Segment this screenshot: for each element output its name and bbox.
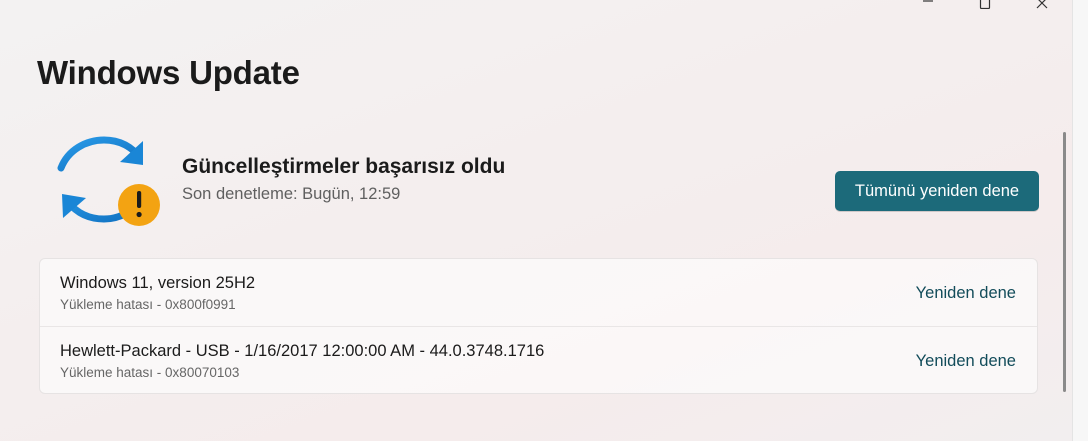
- vertical-scrollbar[interactable]: [1063, 132, 1066, 392]
- update-error: Yükleme hatası - 0x80070103: [60, 365, 240, 380]
- update-row: Windows 11, version 25H2 Yükleme hatası …: [40, 259, 1037, 326]
- retry-update-button[interactable]: Yeniden dene: [916, 352, 1016, 371]
- retry-update-button[interactable]: Yeniden dene: [916, 284, 1016, 303]
- update-name: Hewlett-Packard - USB - 1/16/2017 12:00:…: [60, 342, 545, 360]
- update-name: Windows 11, version 25H2: [60, 274, 256, 292]
- retry-all-button[interactable]: Tümünü yeniden dene: [835, 171, 1039, 211]
- last-checked-text: Son denetleme: Bugün, 12:59: [182, 185, 401, 203]
- minimize-button[interactable]: [905, 0, 951, 10]
- settings-window: Windows Update Güncelleştirmeler başarıs…: [0, 0, 1072, 441]
- window-edge: [1072, 0, 1088, 441]
- close-icon: [1036, 0, 1048, 9]
- sync-warning-icon: [57, 136, 160, 226]
- minimize-icon: [923, 0, 933, 2]
- maximize-icon: [979, 0, 991, 9]
- update-error: Yükleme hatası - 0x800f0991: [60, 297, 236, 312]
- page-title: Windows Update: [37, 54, 300, 91]
- update-row: Hewlett-Packard - USB - 1/16/2017 12:00:…: [40, 326, 1037, 393]
- status-heading: Güncelleştirmeler başarısız oldu: [182, 155, 506, 178]
- maximize-button[interactable]: [962, 0, 1008, 10]
- failed-updates-list: Windows 11, version 25H2 Yükleme hatası …: [39, 258, 1038, 394]
- close-button[interactable]: [1019, 0, 1065, 10]
